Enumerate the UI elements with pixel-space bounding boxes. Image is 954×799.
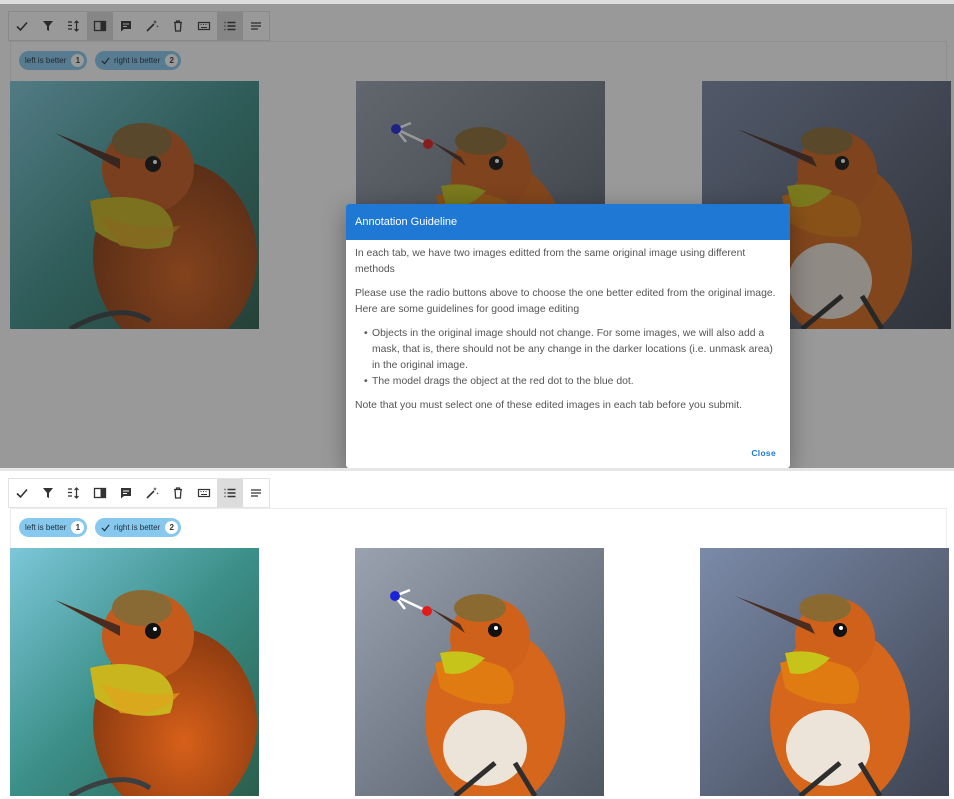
shortcuts-button[interactable] <box>191 479 217 507</box>
sort-button[interactable] <box>61 479 87 507</box>
annotation-panel-top: left is better 1 right is better 2 Annot… <box>0 0 954 472</box>
sort-icon <box>68 487 79 499</box>
guideline-item: The model drags the object at the red do… <box>364 374 781 390</box>
comment-button[interactable] <box>113 479 139 507</box>
text-view-button[interactable] <box>243 479 269 507</box>
guideline-paragraph: Please use the radio buttons above to ch… <box>355 288 776 315</box>
annotation-guideline-dialog: Annotation Guideline In each tab, we hav… <box>346 204 790 468</box>
guideline-paragraph: In each tab, we have two images editted … <box>355 248 746 275</box>
right-edited-image <box>700 548 949 796</box>
delete-button[interactable] <box>165 479 191 507</box>
comment-icon <box>121 488 131 499</box>
filter-button[interactable] <box>35 479 61 507</box>
dialog-body: In each tab, we have two images editted … <box>346 240 790 414</box>
hotkey-badge: 1 <box>71 521 85 534</box>
text-icon <box>251 489 261 497</box>
hotkey-badge: 2 <box>165 521 179 534</box>
left-edited-image <box>355 548 604 796</box>
auto-annotate-button[interactable] <box>139 479 165 507</box>
delete-icon <box>174 487 182 499</box>
annotation-panel-bottom: left is better 1 right is better 2 <box>0 471 954 799</box>
dialog-title: Annotation Guideline <box>346 204 790 240</box>
original-image <box>10 548 259 796</box>
side-panel-button[interactable] <box>87 479 113 507</box>
toolbar <box>8 478 270 508</box>
panel-icon <box>93 487 107 499</box>
choice-label: left is better <box>25 523 67 532</box>
magic-wand-icon <box>146 487 159 499</box>
right-is-better-choice[interactable]: right is better 2 <box>95 518 182 537</box>
left-is-better-choice[interactable]: left is better 1 <box>19 518 88 537</box>
close-button[interactable]: Close <box>751 448 776 458</box>
choice-labels-bar: left is better 1 right is better 2 <box>10 508 947 548</box>
keyboard-icon <box>197 488 211 498</box>
guideline-note: Note that you must select one of these e… <box>355 400 742 411</box>
guideline-list: Objects in the original image should not… <box>355 326 781 390</box>
check-icon <box>101 524 110 532</box>
list-icon <box>224 488 236 498</box>
submit-button[interactable] <box>9 479 35 507</box>
check-icon <box>16 488 28 499</box>
filter-icon <box>43 488 53 498</box>
list-view-button[interactable] <box>217 479 243 507</box>
choice-label: right is better <box>114 523 161 532</box>
guideline-item: Objects in the original image should not… <box>364 326 781 374</box>
